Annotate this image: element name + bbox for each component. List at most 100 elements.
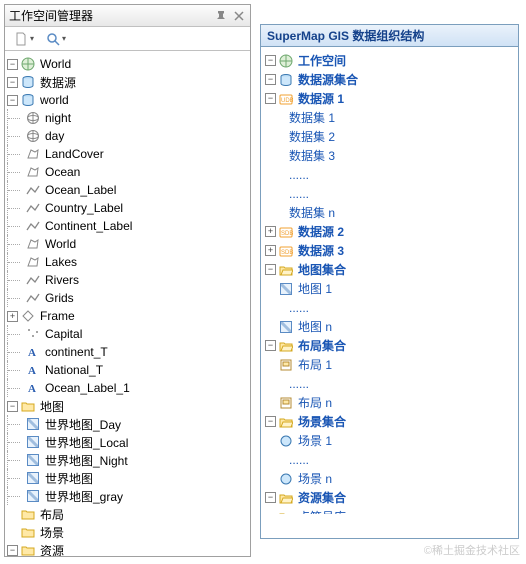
map-collection[interactable]: 地图集合 xyxy=(296,261,348,278)
line-icon xyxy=(25,272,41,288)
folder-open-icon xyxy=(278,262,294,278)
dataset-item[interactable]: day xyxy=(43,129,66,143)
folder-open-icon xyxy=(278,338,294,354)
ds1[interactable]: 数据源 1 xyxy=(296,90,346,107)
dataset-item[interactable]: Ocean_Label_1 xyxy=(43,381,132,395)
toggle[interactable]: − xyxy=(7,401,18,412)
toggle[interactable]: − xyxy=(265,264,276,275)
dataset-item[interactable]: Rivers xyxy=(43,273,81,287)
datasource-world[interactable]: world xyxy=(38,93,71,107)
close-icon[interactable] xyxy=(232,9,246,23)
watermark: ©稀土掘金技术社区 xyxy=(424,542,520,558)
dataset-item[interactable]: Ocean_Label xyxy=(43,183,118,197)
ds-collection[interactable]: 数据源集合 xyxy=(296,71,360,88)
line-icon xyxy=(25,182,41,198)
layout-item[interactable]: 布局 1 xyxy=(296,356,334,373)
dataset-item[interactable]: National_T xyxy=(43,363,105,377)
ellipsis: ...... xyxy=(287,187,311,201)
toggle[interactable]: − xyxy=(265,74,276,85)
scene-item[interactable]: 场景 n xyxy=(296,470,334,487)
toggle[interactable]: − xyxy=(265,492,276,503)
datasource-group[interactable]: 数据源 xyxy=(38,74,78,91)
dataset-item[interactable]: continent_T xyxy=(43,345,110,359)
toggle[interactable]: − xyxy=(265,416,276,427)
dataset-item[interactable]: World xyxy=(43,237,78,251)
ellipsis: ...... xyxy=(287,377,311,391)
folder-open-icon xyxy=(278,490,294,506)
new-doc-button[interactable]: ▾ xyxy=(9,29,39,49)
sphere-icon xyxy=(25,128,41,144)
toggle[interactable]: + xyxy=(7,311,18,322)
dataset-item[interactable]: 数据集 n xyxy=(287,204,337,221)
toggle[interactable]: − xyxy=(265,93,276,104)
scene-collection[interactable]: 场景集合 xyxy=(296,413,348,430)
scene-item[interactable]: 场景 1 xyxy=(296,432,334,449)
dataset-item[interactable]: Capital xyxy=(43,327,84,341)
dataset-item[interactable]: Ocean xyxy=(43,165,82,179)
cad-icon xyxy=(20,308,36,324)
res-item[interactable]: 点符号库 xyxy=(296,508,348,514)
resources-group[interactable]: 资源 xyxy=(38,542,66,557)
dataset-item[interactable]: night xyxy=(43,111,73,125)
dataset-item[interactable]: Continent_Label xyxy=(43,219,134,233)
scenes-group[interactable]: 场景 xyxy=(38,524,66,541)
toggle[interactable]: − xyxy=(265,340,276,351)
poly-icon xyxy=(25,164,41,180)
toggle[interactable]: − xyxy=(7,59,18,70)
dataset-item[interactable]: Country_Label xyxy=(43,201,125,215)
toggle[interactable]: − xyxy=(265,55,276,66)
toggle[interactable]: − xyxy=(7,77,18,88)
dataset-item[interactable]: 数据集 3 xyxy=(287,147,337,164)
dataset-item[interactable]: Frame xyxy=(38,309,77,323)
res-collection[interactable]: 资源集合 xyxy=(296,489,348,506)
folder-icon xyxy=(278,509,294,515)
workspace-node[interactable]: 工作空间 xyxy=(296,52,348,69)
layout-collection[interactable]: 布局集合 xyxy=(296,337,348,354)
search-button[interactable]: ▾ xyxy=(41,29,71,49)
dataset-item[interactable]: LandCover xyxy=(43,147,106,161)
ellipsis: ...... xyxy=(287,301,311,315)
toggle[interactable]: + xyxy=(265,245,276,256)
line-icon xyxy=(25,200,41,216)
map-item[interactable]: 世界地图_Night xyxy=(43,452,130,469)
toggle[interactable]: + xyxy=(265,226,276,237)
dataset-item[interactable]: 数据集 1 xyxy=(287,109,337,126)
chevron-down-icon: ▾ xyxy=(62,34,66,43)
map-item[interactable]: 地图 1 xyxy=(296,280,334,297)
ds2[interactable]: 数据源 2 xyxy=(296,223,346,240)
layouts-group[interactable]: 布局 xyxy=(38,506,66,523)
map-item[interactable]: 世界地图_gray xyxy=(43,488,125,505)
dataset-item[interactable]: 数据集 2 xyxy=(287,128,337,145)
map-icon xyxy=(25,434,41,450)
udb-icon xyxy=(278,91,294,107)
map-item[interactable]: 世界地图 xyxy=(43,470,95,487)
layout-icon xyxy=(278,395,294,411)
folder-icon xyxy=(20,506,36,522)
root-node[interactable]: World xyxy=(38,57,73,71)
map-icon xyxy=(278,319,294,335)
folder-icon xyxy=(20,542,36,556)
pin-icon[interactable] xyxy=(214,9,228,23)
line-icon xyxy=(25,218,41,234)
toggle[interactable]: − xyxy=(7,545,18,556)
map-item[interactable]: 世界地图_Day xyxy=(43,416,123,433)
maps-group[interactable]: 地图 xyxy=(38,398,66,415)
panel-title: 工作空间管理器 xyxy=(9,7,210,24)
datasource-icon xyxy=(278,72,294,88)
dataset-item[interactable]: Lakes xyxy=(43,255,79,269)
structure-tree: − 工作空间 − 数据源集合 − 数据源 1 数据集 1 数据集 2 数据集 3 ..… xyxy=(261,47,518,514)
map-icon xyxy=(25,470,41,486)
poly-icon xyxy=(25,254,41,270)
ds3[interactable]: 数据源 3 xyxy=(296,242,346,259)
map-item[interactable]: 地图 n xyxy=(296,318,334,335)
layout-item[interactable]: 布局 n xyxy=(296,394,334,411)
toolbar: ▾ ▾ xyxy=(5,27,250,51)
toggle[interactable]: − xyxy=(7,95,18,106)
folder-open-icon xyxy=(278,414,294,430)
datasource-icon xyxy=(20,74,36,90)
map-item[interactable]: 世界地图_Local xyxy=(43,434,130,451)
workspace-tree[interactable]: − World − 数据源 − world night day LandCover Ocea… xyxy=(5,51,250,556)
dataset-item[interactable]: Grids xyxy=(43,291,76,305)
structure-diagram-panel: SuperMap GIS 数据组织结构 −工作空间 −数据源集合 −数据源 1 … xyxy=(260,24,519,539)
map-icon xyxy=(25,416,41,432)
